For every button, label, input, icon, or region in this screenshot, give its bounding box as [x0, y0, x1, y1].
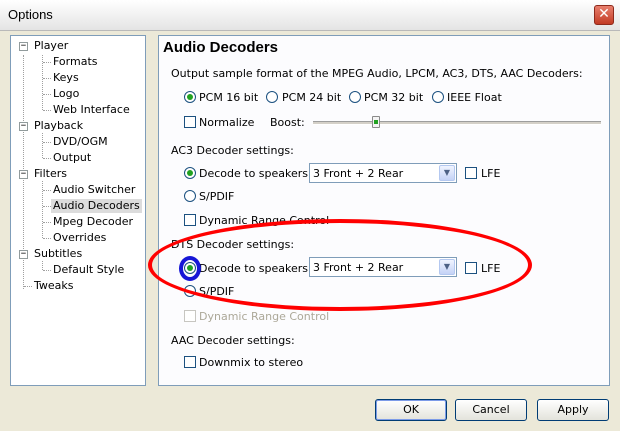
tree-connector: [42, 133, 43, 158]
ok-button[interactable]: OK: [375, 399, 447, 421]
dts-spdif-radio[interactable]: [184, 285, 196, 297]
apply-button[interactable]: Apply: [537, 399, 609, 421]
dts-lfe-label[interactable]: LFE: [481, 262, 500, 275]
tree-connector: [42, 261, 43, 270]
pcm24-label[interactable]: PCM 24 bit: [282, 91, 341, 104]
pcm24-radio[interactable]: [266, 91, 278, 103]
tree-item-output[interactable]: Output: [53, 151, 91, 165]
tree-item-audio-decoders[interactable]: Audio Decoders: [51, 199, 142, 213]
tree-connector: [43, 62, 51, 63]
tree-item-filters[interactable]: Filters: [34, 167, 67, 181]
tree-collapse-icon[interactable]: −: [19, 250, 28, 259]
tree-item-playback[interactable]: Playback: [34, 119, 83, 133]
tree-connector: [43, 206, 51, 207]
tree-item-mpeg-decoder[interactable]: Mpeg Decoder: [53, 215, 133, 229]
aac-downmix-label[interactable]: Downmix to stereo: [199, 356, 303, 369]
window-title: Options: [8, 7, 53, 22]
dts-speakers-select[interactable]: 3 Front + 2 Rear ▼: [309, 257, 457, 277]
tree-collapse-icon[interactable]: −: [19, 42, 28, 51]
tree-item-web-interface[interactable]: Web Interface: [53, 103, 130, 117]
ac3-drc-checkbox[interactable]: [184, 214, 196, 226]
tree-connector: [43, 94, 51, 95]
normalize-label[interactable]: Normalize: [199, 116, 254, 129]
tree-connector: [43, 190, 51, 191]
boost-slider[interactable]: [313, 121, 601, 125]
aac-settings-label: AAC Decoder settings:: [171, 334, 295, 347]
output-format-label: Output sample format of the MPEG Audio, …: [171, 67, 583, 80]
ac3-spdif-label[interactable]: S/PDIF: [199, 190, 234, 203]
tree-item-player[interactable]: Player: [34, 39, 68, 53]
ac3-lfe-checkbox[interactable]: [465, 167, 477, 179]
pcm32-label[interactable]: PCM 32 bit: [364, 91, 423, 104]
close-button[interactable]: ✕: [594, 5, 614, 25]
ac3-decode-radio[interactable]: [184, 167, 196, 179]
tree-connector: [43, 110, 51, 111]
normalize-checkbox[interactable]: [184, 116, 196, 128]
aac-downmix-checkbox[interactable]: [184, 356, 196, 368]
pcm16-radio[interactable]: [184, 91, 196, 103]
ac3-settings-label: AC3 Decoder settings:: [171, 144, 294, 157]
cancel-button[interactable]: Cancel: [455, 399, 527, 421]
dts-spdif-label[interactable]: S/PDIF: [199, 285, 234, 298]
dts-lfe-checkbox[interactable]: [465, 262, 477, 274]
page-title: Audio Decoders: [163, 39, 279, 56]
dts-drc-checkbox: [184, 310, 196, 322]
tree-item-logo[interactable]: Logo: [53, 87, 79, 101]
tree-item-subtitles[interactable]: Subtitles: [34, 247, 82, 261]
tree-connector: [24, 286, 32, 287]
dts-speakers-value: 3 Front + 2 Rear: [313, 261, 404, 274]
tree-collapse-icon[interactable]: −: [19, 170, 28, 179]
tree-connector: [43, 270, 51, 271]
tree-connector: [42, 55, 43, 110]
chevron-down-icon[interactable]: ▼: [439, 259, 455, 275]
title-bar[interactable]: Options ✕: [0, 0, 620, 31]
tree-connector: [43, 158, 51, 159]
tree-item-dvd-ogm[interactable]: DVD/OGM: [53, 135, 108, 149]
tree-connector: [43, 222, 51, 223]
tree-item-formats[interactable]: Formats: [53, 55, 98, 69]
tree-connector: [43, 238, 51, 239]
tree-item-keys[interactable]: Keys: [53, 71, 79, 85]
ac3-decode-label[interactable]: Decode to speakers:: [199, 167, 312, 180]
tree-item-overrides[interactable]: Overrides: [53, 231, 106, 245]
close-icon: ✕: [598, 6, 610, 22]
tree-connector: [43, 78, 51, 79]
pcm32-radio[interactable]: [349, 91, 361, 103]
chevron-down-icon[interactable]: ▼: [439, 165, 455, 181]
ieee-float-label[interactable]: IEEE Float: [447, 91, 502, 104]
dts-drc-label: Dynamic Range Control: [199, 310, 330, 323]
dts-decode-label[interactable]: Decode to speakers:: [199, 262, 312, 275]
tree-item-audio-switcher[interactable]: Audio Switcher: [53, 183, 135, 197]
dts-settings-label: DTS Decoder settings:: [171, 238, 295, 251]
ac3-spdif-radio[interactable]: [184, 190, 196, 202]
dts-decode-radio[interactable]: [184, 262, 196, 274]
tree-connector: [43, 142, 51, 143]
ac3-speakers-select[interactable]: 3 Front + 2 Rear ▼: [309, 163, 457, 183]
tree-item-default-style[interactable]: Default Style: [53, 263, 124, 277]
ieee-float-radio[interactable]: [432, 91, 444, 103]
boost-slider-thumb[interactable]: [372, 116, 381, 128]
boost-label: Boost:: [270, 116, 305, 129]
ac3-lfe-label[interactable]: LFE: [481, 167, 500, 180]
ac3-drc-label[interactable]: Dynamic Range Control: [199, 214, 329, 227]
ac3-speakers-value: 3 Front + 2 Rear: [313, 167, 404, 180]
tree-collapse-icon[interactable]: −: [19, 122, 28, 131]
tree-item-tweaks[interactable]: Tweaks: [34, 279, 74, 293]
pcm16-label[interactable]: PCM 16 bit: [199, 91, 258, 104]
